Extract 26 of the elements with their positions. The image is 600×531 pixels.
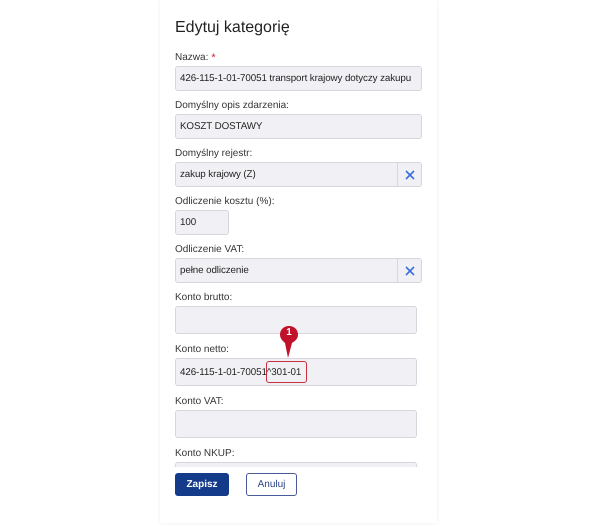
dialog-title: Edytuj kategorię	[175, 18, 291, 38]
field-label: Odliczenie kosztu (%):	[175, 196, 274, 207]
input-field[interactable]: 426-115-1-01-70051 transport krajowy dotyczy zakupu	[175, 66, 422, 91]
field-label: Odliczenie VAT:	[175, 244, 244, 255]
cancel-button[interactable]: Anuluj	[246, 473, 297, 496]
input-field[interactable]	[175, 410, 417, 438]
save-button[interactable]: Zapisz	[175, 473, 229, 496]
input-value: 426-115-1-01-70051 transport krajowy dotyczy zakupu	[180, 73, 412, 84]
input-field[interactable]: 100	[175, 210, 229, 235]
field-label: Konto brutto:	[175, 292, 232, 303]
select-field[interactable]: pełne odliczenie	[175, 258, 422, 283]
input-value: KOSZT DOSTAWY	[180, 121, 262, 132]
input-field[interactable]	[175, 306, 417, 334]
input-field[interactable]: KOSZT DOSTAWY	[175, 114, 422, 139]
field-label: Konto VAT:	[175, 396, 224, 407]
field-label: Domyślny opis zdarzenia:	[175, 100, 289, 111]
field-label: Konto NKUP:	[175, 448, 234, 459]
marker-pin-icon	[280, 326, 298, 358]
select-value: zakup krajowy (Z)	[180, 169, 257, 180]
field-label: Domyślny rejestr:	[175, 148, 252, 159]
required-mark: *	[211, 52, 216, 64]
select-value: pełne odliczenie	[180, 265, 250, 276]
field-label: Konto netto:	[175, 344, 229, 355]
field-label: Nazwa:	[175, 52, 208, 63]
marker-number: 1	[285, 327, 293, 339]
select-field[interactable]: zakup krajowy (Z)	[175, 162, 422, 187]
